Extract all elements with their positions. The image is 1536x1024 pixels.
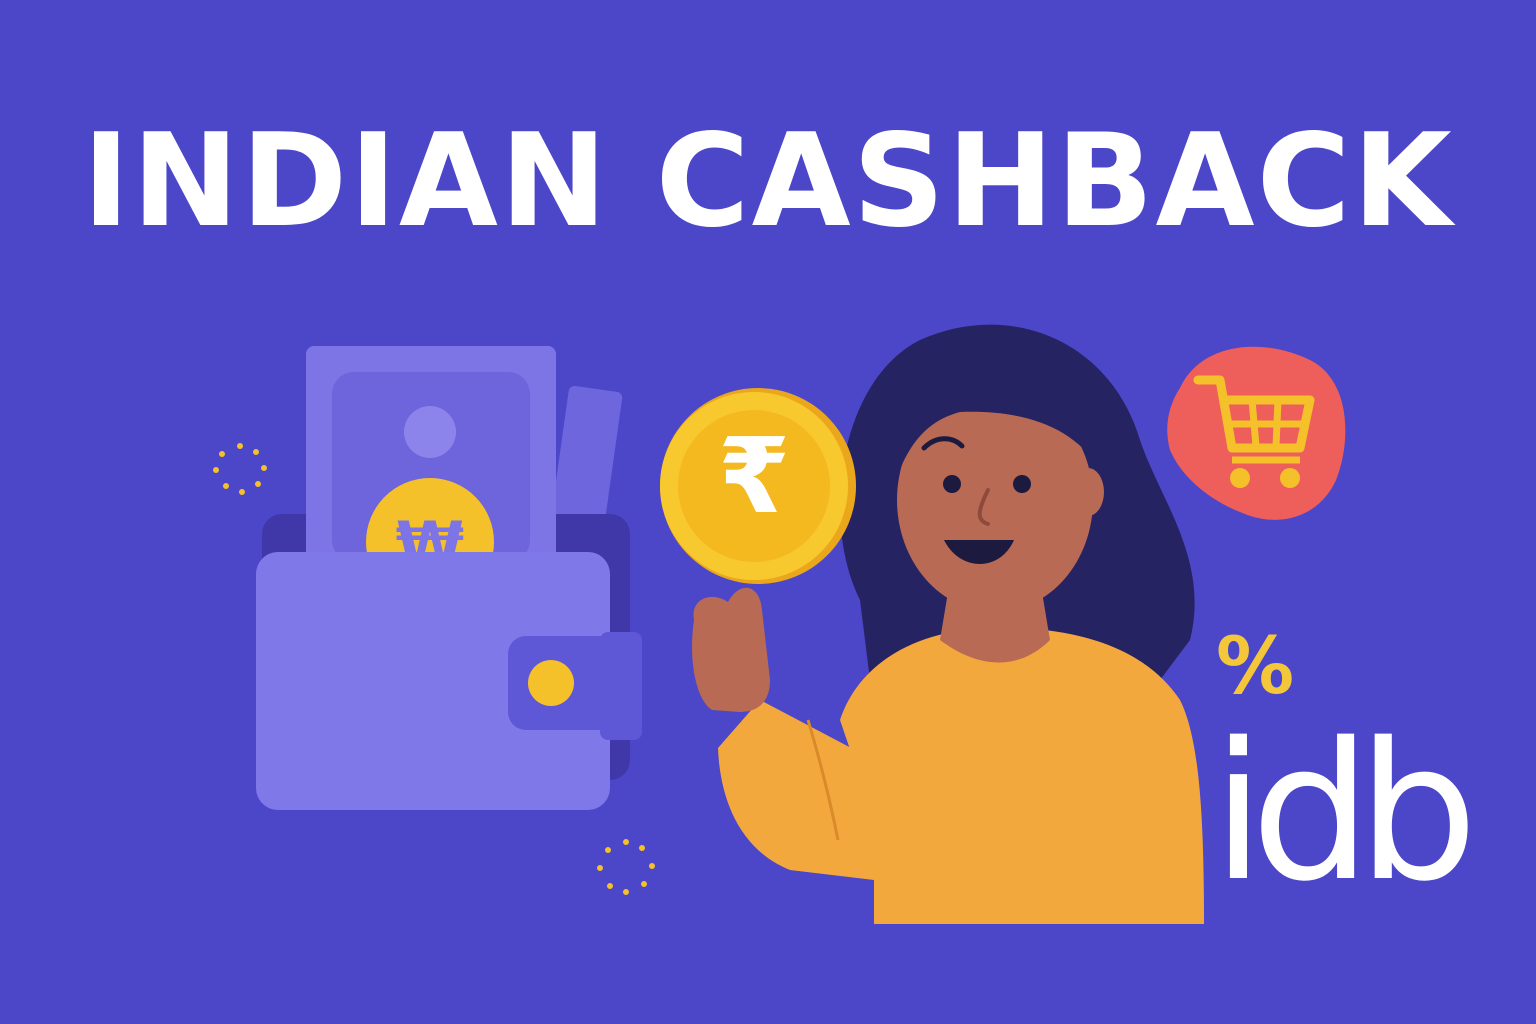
idb-logo: idb: [1212, 702, 1478, 923]
shopping-cart-icon: [1167, 346, 1346, 520]
coin-symbol: ₹: [717, 415, 791, 537]
percent-icon: %: [1216, 622, 1295, 712]
sparkle-icon: [597, 839, 655, 895]
wallet-icon: ₩: [256, 346, 642, 810]
sparkle-icon: [213, 443, 267, 495]
